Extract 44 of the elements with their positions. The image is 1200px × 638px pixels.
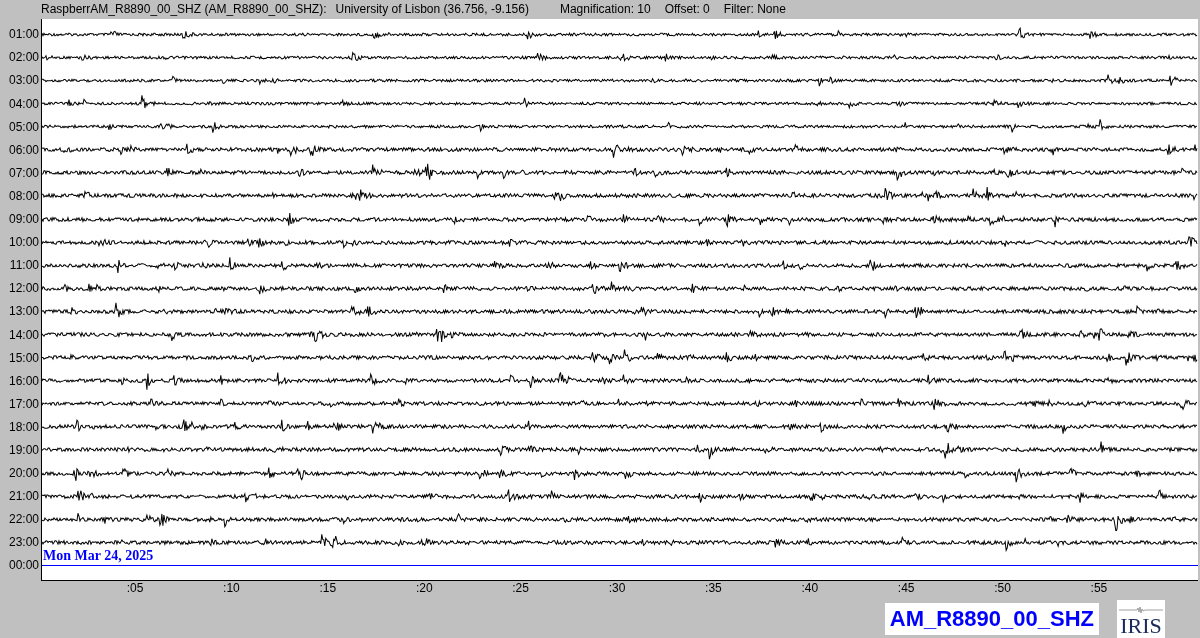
location-text: University of Lisbon (36.756, -9.156) — [335, 1, 529, 19]
magnification-text: Magnification: 10 — [559, 1, 651, 19]
hour-label: 21:00 — [8, 489, 39, 504]
station-title: RaspberrAM_R8890_00_SHZ (AM_R8890_00_SHZ): — [41, 1, 327, 19]
logo-text: IRIS — [1120, 614, 1162, 638]
hour-label: 16:00 — [8, 373, 39, 388]
hour-label: 23:00 — [8, 535, 39, 550]
hour-label: 05:00 — [8, 119, 39, 134]
hour-label: 10:00 — [8, 235, 39, 250]
hour-label: 13:00 — [8, 304, 39, 319]
hour-label: 14:00 — [8, 327, 39, 342]
hour-label: 19:00 — [8, 443, 39, 457]
date-label: Mon Mar 24, 2025 — [43, 547, 154, 564]
minute-tick-label: :40 — [801, 581, 819, 596]
hour-label: 07:00 — [8, 165, 39, 180]
hour-label: 20:00 — [8, 466, 39, 481]
filter-text: Filter: None — [723, 1, 786, 19]
minute-tick-label: :55 — [1090, 581, 1108, 596]
minute-tick-label: :25 — [512, 581, 529, 596]
minute-tick-label: :05 — [126, 581, 144, 596]
minute-tick-label: :20 — [415, 581, 433, 596]
hour-label: 08:00 — [8, 188, 39, 203]
minute-tick-label: :50 — [994, 581, 1011, 596]
hour-label: 01:00 — [8, 27, 39, 42]
offset-text: Offset: 0 — [664, 1, 710, 19]
hour-label: 06:00 — [8, 142, 39, 157]
hour-label: 17:00 — [8, 396, 39, 411]
station-label: AM_R8890_00_SHZ — [884, 603, 1099, 635]
waveform-icon — [1119, 606, 1163, 614]
minute-tick-label: :35 — [705, 581, 722, 596]
hour-label: 12:00 — [8, 281, 39, 296]
hour-label: 15:00 — [8, 350, 39, 365]
hour-label: 22:00 — [8, 512, 39, 527]
minute-tick-label: :15 — [319, 581, 337, 596]
hour-label: 11:00 — [9, 258, 39, 273]
minute-tick-label: :45 — [897, 581, 915, 596]
minute-tick-label: :30 — [608, 581, 626, 596]
hour-label: 00:00 — [8, 558, 39, 573]
hour-label: 09:00 — [8, 212, 39, 227]
hour-label: 04:00 — [8, 96, 39, 111]
hour-label: 02:00 — [8, 50, 39, 65]
hour-label: 03:00 — [8, 73, 39, 88]
hour-label: 18:00 — [8, 419, 39, 434]
minute-tick-label: :10 — [223, 581, 240, 596]
